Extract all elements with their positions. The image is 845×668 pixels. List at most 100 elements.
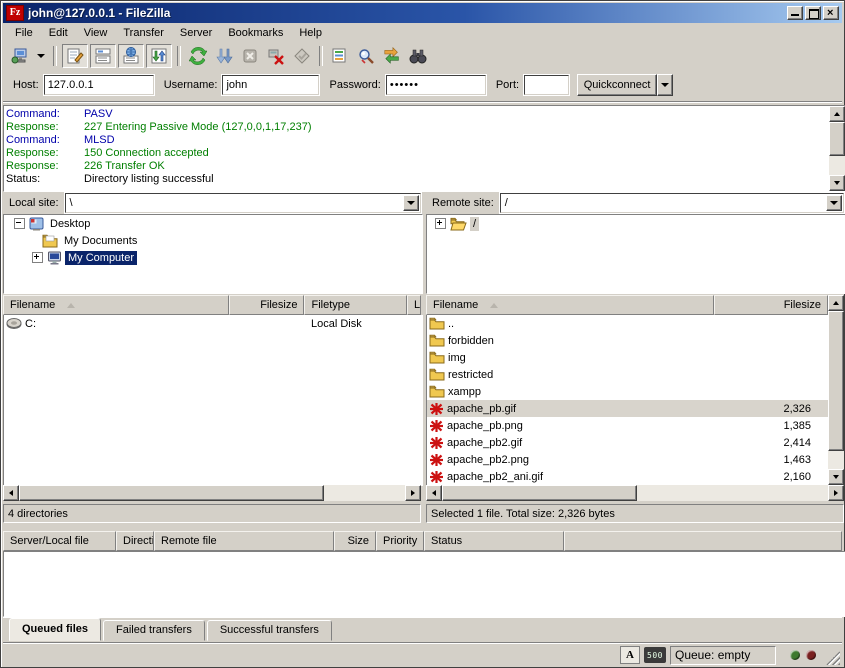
- resize-grip[interactable]: [826, 651, 840, 665]
- column-header-label: Filename: [433, 299, 478, 311]
- column-header-filesize[interactable]: Filesize: [229, 295, 305, 315]
- local-site-dropdown-button[interactable]: [403, 195, 419, 211]
- local-horizontal-scrollbar[interactable]: [3, 485, 421, 501]
- tree-item-my-computer[interactable]: My Computer: [4, 249, 422, 266]
- column-header-size[interactable]: Size: [334, 531, 376, 551]
- process-queue-icon: [215, 47, 233, 65]
- refresh-icon: [189, 47, 207, 65]
- scroll-right-button[interactable]: [828, 485, 844, 501]
- scrollbar-thumb[interactable]: [828, 311, 844, 451]
- menu-server[interactable]: Server: [172, 24, 220, 42]
- file-row[interactable]: ..: [427, 315, 829, 332]
- password-input[interactable]: [386, 75, 486, 95]
- scroll-left-button[interactable]: [3, 485, 19, 501]
- expand-icon[interactable]: [32, 252, 43, 263]
- file-row[interactable]: img: [427, 349, 829, 366]
- tab-failed-transfers[interactable]: Failed transfers: [103, 620, 205, 641]
- filter-button[interactable]: [328, 45, 352, 67]
- toggle-transfer-queue-button[interactable]: [146, 44, 172, 68]
- quickconnect-dropdown-button[interactable]: [657, 74, 673, 96]
- scroll-left-button[interactable]: [426, 485, 442, 501]
- column-header-filename[interactable]: Filename: [426, 295, 714, 315]
- synchronized-browsing-button[interactable]: [380, 45, 404, 67]
- column-header-status[interactable]: Status: [424, 531, 564, 551]
- file-row-c-drive[interactable]: C: Local Disk: [4, 315, 422, 332]
- host-input[interactable]: [44, 75, 154, 95]
- maximize-button[interactable]: [805, 6, 821, 20]
- refresh-button[interactable]: [186, 45, 210, 67]
- file-row[interactable]: apache_pb2.gif 2,414: [427, 434, 829, 451]
- scroll-down-button[interactable]: [828, 469, 844, 485]
- toggle-local-tree-button[interactable]: [90, 44, 116, 68]
- reconnect-button[interactable]: [290, 45, 314, 67]
- toggle-remote-tree-button[interactable]: [118, 44, 144, 68]
- file-row[interactable]: xampp: [427, 383, 829, 400]
- remote-site-label: Remote site:: [426, 197, 500, 209]
- tree-item-desktop[interactable]: Desktop: [4, 215, 422, 232]
- title-bar[interactable]: Fz john@127.0.0.1 - FileZilla ×: [3, 3, 842, 23]
- expand-icon[interactable]: [435, 218, 446, 229]
- tab-queued-files[interactable]: Queued files: [9, 618, 101, 641]
- tree-item-root[interactable]: /: [427, 215, 845, 232]
- cancel-button[interactable]: [238, 45, 262, 67]
- file-name: forbidden: [448, 335, 494, 347]
- toggle-message-log-button[interactable]: [62, 44, 88, 68]
- menu-help[interactable]: Help: [291, 24, 330, 42]
- column-header-remote-file[interactable]: Remote file: [154, 531, 334, 551]
- file-row[interactable]: apache_pb.png 1,385: [427, 417, 829, 434]
- data-type-indicator[interactable]: A: [620, 646, 640, 664]
- remote-site-combo[interactable]: /: [500, 193, 844, 213]
- log-scrollbar[interactable]: [829, 106, 845, 191]
- tab-successful-transfers[interactable]: Successful transfers: [207, 620, 332, 641]
- image-file-icon: [429, 419, 444, 433]
- speed-limit-indicator[interactable]: 500: [644, 647, 666, 663]
- column-header-server-local-file[interactable]: Server/Local file: [3, 531, 116, 551]
- column-header-direction[interactable]: Directi...: [116, 531, 154, 551]
- local-site-combo[interactable]: \: [65, 193, 421, 213]
- remote-horizontal-scrollbar[interactable]: [426, 485, 844, 501]
- file-row[interactable]: apache_pb2_ani.gif 2,160: [427, 468, 829, 485]
- column-header-filename[interactable]: Filename: [3, 295, 229, 315]
- image-file-icon: [429, 436, 444, 450]
- column-header-priority[interactable]: Priority: [376, 531, 424, 551]
- column-header-filesize[interactable]: Filesize: [714, 295, 828, 315]
- menu-edit[interactable]: Edit: [41, 24, 76, 42]
- queue-header: Server/Local file Directi... Remote file…: [3, 531, 842, 551]
- site-manager-dropdown-button[interactable]: [34, 45, 48, 67]
- menu-file[interactable]: File: [7, 24, 41, 42]
- site-manager-button[interactable]: [8, 45, 32, 67]
- scroll-down-button[interactable]: [829, 175, 845, 191]
- minimize-button[interactable]: [787, 6, 803, 20]
- collapse-icon[interactable]: [14, 218, 25, 229]
- scrollbar-thumb[interactable]: [829, 122, 845, 156]
- disconnect-button[interactable]: [264, 45, 288, 67]
- queue-list[interactable]: [3, 551, 845, 617]
- menu-transfer[interactable]: Transfer: [115, 24, 172, 42]
- scroll-right-button[interactable]: [405, 485, 421, 501]
- scroll-up-button[interactable]: [828, 295, 844, 311]
- compare-button[interactable]: [354, 45, 378, 67]
- file-row[interactable]: apache_pb2.png 1,463: [427, 451, 829, 468]
- column-header-filetype[interactable]: Filetype: [304, 295, 407, 315]
- file-name: ..: [448, 318, 454, 330]
- scroll-up-button[interactable]: [829, 106, 845, 122]
- remote-site-dropdown-button[interactable]: [826, 195, 842, 211]
- port-input[interactable]: [524, 75, 569, 95]
- remote-vertical-scrollbar[interactable]: [828, 295, 844, 485]
- column-header-last-modified[interactable]: L: [407, 295, 421, 315]
- scrollbar-thumb[interactable]: [19, 485, 324, 501]
- window-title: john@127.0.0.1 - FileZilla: [28, 6, 785, 20]
- scrollbar-thumb[interactable]: [442, 485, 637, 501]
- tree-item-my-documents[interactable]: My Documents: [4, 232, 422, 249]
- file-name: apache_pb.png: [447, 420, 523, 432]
- process-queue-button[interactable]: [212, 45, 236, 67]
- file-row-selected[interactable]: apache_pb.gif 2,326: [427, 400, 829, 417]
- close-button[interactable]: ×: [823, 6, 839, 20]
- menu-bookmarks[interactable]: Bookmarks: [220, 24, 291, 42]
- username-input[interactable]: [222, 75, 319, 95]
- file-row[interactable]: forbidden: [427, 332, 829, 349]
- menu-view[interactable]: View: [76, 24, 116, 42]
- search-files-button[interactable]: [406, 45, 430, 67]
- file-row[interactable]: restricted: [427, 366, 829, 383]
- quickconnect-button[interactable]: Quickconnect: [577, 74, 657, 96]
